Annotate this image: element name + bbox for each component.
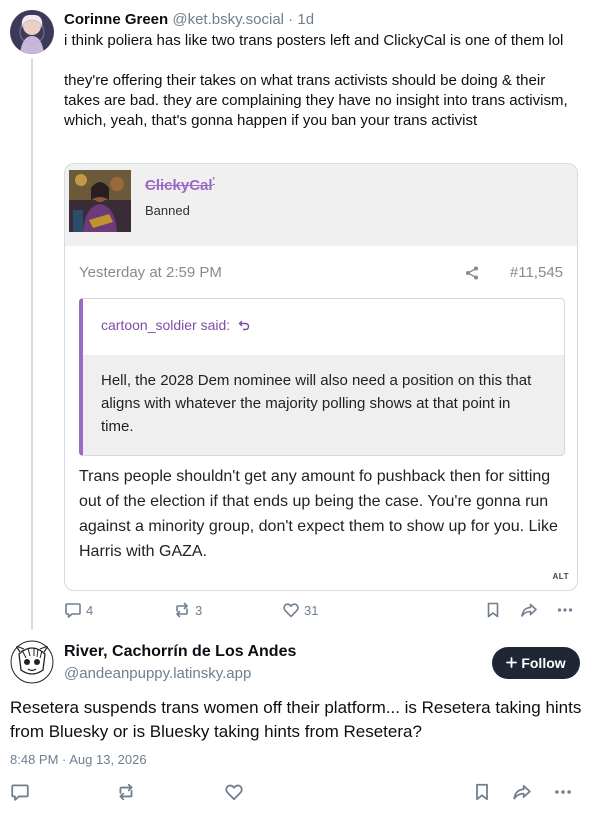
quote-text: Hell, the 2028 Dem nominee will also nee…	[83, 355, 564, 455]
reply-button[interactable]	[10, 782, 30, 802]
bookmark-icon	[472, 782, 492, 802]
repost-button[interactable]: 3	[173, 600, 202, 620]
alt-badge[interactable]: ALT	[553, 572, 569, 581]
more-options-button[interactable]	[556, 600, 574, 620]
reply-count: 4	[86, 602, 94, 618]
forum-avatar	[69, 170, 131, 232]
reply-button[interactable]: 4	[64, 600, 93, 620]
post-age[interactable]: 1d	[297, 11, 314, 28]
bookmark-button[interactable]	[484, 600, 502, 620]
heart-icon	[282, 601, 300, 619]
follow-label: Follow	[521, 655, 566, 671]
post-timestamp[interactable]: 8:48 PM · Aug 13, 2026	[10, 752, 147, 767]
speech-bubble-icon	[64, 601, 82, 619]
author-name[interactable]: River, Cachorrín de Los Andes	[64, 643, 296, 661]
like-button[interactable]: 31	[282, 600, 318, 620]
post-text: i think poliera has like two trans poste…	[64, 31, 584, 131]
repost-button[interactable]	[116, 782, 136, 802]
post-text-paragraph-1: i think poliera has like two trans poste…	[64, 32, 564, 49]
author-handle[interactable]: @andeanpuppy.latinsky.app	[64, 665, 251, 682]
bookmark-icon	[484, 601, 502, 619]
forum-quote-block: cartoon_soldier said: Hell, the 2028 Dem…	[79, 298, 565, 456]
share-arrow-icon	[520, 601, 538, 619]
repost-count: 3	[195, 602, 203, 618]
avatar-river[interactable]	[10, 640, 54, 684]
speech-bubble-icon	[10, 782, 30, 802]
like-button[interactable]	[224, 782, 244, 802]
avatar-corinne-green[interactable]	[10, 10, 54, 54]
bookmark-button[interactable]	[472, 782, 492, 802]
share-button[interactable]	[512, 782, 532, 802]
heart-icon	[224, 782, 244, 802]
quote-header: cartoon_soldier said:	[101, 317, 250, 333]
author-name[interactable]: Corinne Green	[64, 11, 168, 28]
post-text-paragraph-2: they're offering their takes on what tra…	[64, 72, 568, 129]
ellipsis-icon	[556, 601, 574, 619]
jump-to-quote-icon	[234, 317, 250, 333]
post-corinne-green[interactable]: Corinne Green @ket.bsky.social · 1d i th…	[64, 10, 584, 131]
like-count: 31	[304, 602, 319, 618]
thread-line	[31, 58, 33, 630]
forum-post-number: #11,545	[509, 264, 563, 281]
repost-arrows-icon	[116, 782, 136, 802]
share-button[interactable]	[520, 600, 538, 620]
forum-reply-text: Trans people shouldn't get any amount fo…	[79, 468, 558, 560]
repost-arrows-icon	[173, 601, 191, 619]
share-icon	[465, 266, 479, 285]
share-arrow-icon	[512, 782, 532, 802]
forum-username[interactable]: ClickyCal'	[145, 176, 215, 194]
forum-post-timestamp: Yesterday at 2:59 PM	[79, 264, 222, 281]
forum-user-status: Banned	[145, 203, 190, 218]
forum-user-header: ClickyCal' Banned	[65, 164, 577, 246]
embedded-image[interactable]: ClickyCal' Banned Yesterday at 2:59 PM #…	[64, 163, 578, 591]
author-handle[interactable]: @ket.bsky.social	[172, 11, 284, 28]
follow-button[interactable]: Follow	[492, 647, 580, 679]
post-header: Corinne Green @ket.bsky.social · 1d	[64, 10, 584, 30]
more-options-button[interactable]	[553, 782, 573, 802]
plus-icon	[506, 655, 518, 671]
ellipsis-icon	[553, 782, 573, 802]
quote-author: cartoon_soldier said:	[101, 317, 231, 333]
post-text: Resetera suspends trans women off their …	[10, 698, 582, 741]
separator: ·	[284, 11, 298, 28]
